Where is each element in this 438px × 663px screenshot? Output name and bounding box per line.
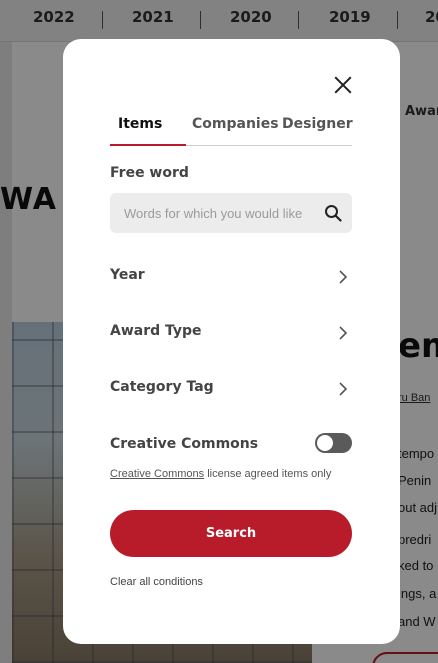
creative-commons-note: Creative Commons license agreed items on…: [110, 468, 331, 480]
chevron-right-icon: [339, 382, 348, 396]
creative-commons-link[interactable]: Creative Commons: [110, 468, 204, 480]
free-word-label: Free word: [110, 165, 189, 181]
award-type-filter-label: Award Type: [110, 323, 202, 339]
chevron-right-icon: [339, 270, 348, 284]
close-icon[interactable]: [333, 75, 353, 95]
creative-commons-note-text: license agreed items only: [204, 468, 332, 480]
tab-companies[interactable]: Companies: [192, 114, 279, 146]
free-word-input[interactable]: [110, 193, 318, 233]
creative-commons-label: Creative Commons: [110, 436, 259, 452]
free-word-field: [110, 193, 352, 233]
clear-all-conditions-link[interactable]: Clear all conditions: [110, 576, 203, 588]
search-tabs: Items Companies Designer: [110, 114, 353, 146]
search-icon[interactable]: [324, 204, 342, 222]
toggle-knob: [317, 435, 333, 451]
category-tag-filter-label: Category Tag: [110, 379, 214, 395]
tab-designer[interactable]: Designer: [282, 114, 353, 146]
category-tag-filter[interactable]: Category Tag: [110, 375, 352, 403]
search-button[interactable]: Search: [110, 510, 352, 557]
year-filter-label: Year: [110, 267, 145, 283]
search-modal: Items Companies Designer Free word Year …: [63, 39, 400, 644]
award-type-filter[interactable]: Award Type: [110, 319, 352, 347]
active-tab-indicator: [110, 144, 186, 146]
creative-commons-toggle[interactable]: [315, 433, 352, 453]
tab-items[interactable]: Items: [118, 114, 162, 146]
chevron-right-icon: [339, 326, 348, 340]
year-filter[interactable]: Year: [110, 263, 352, 291]
